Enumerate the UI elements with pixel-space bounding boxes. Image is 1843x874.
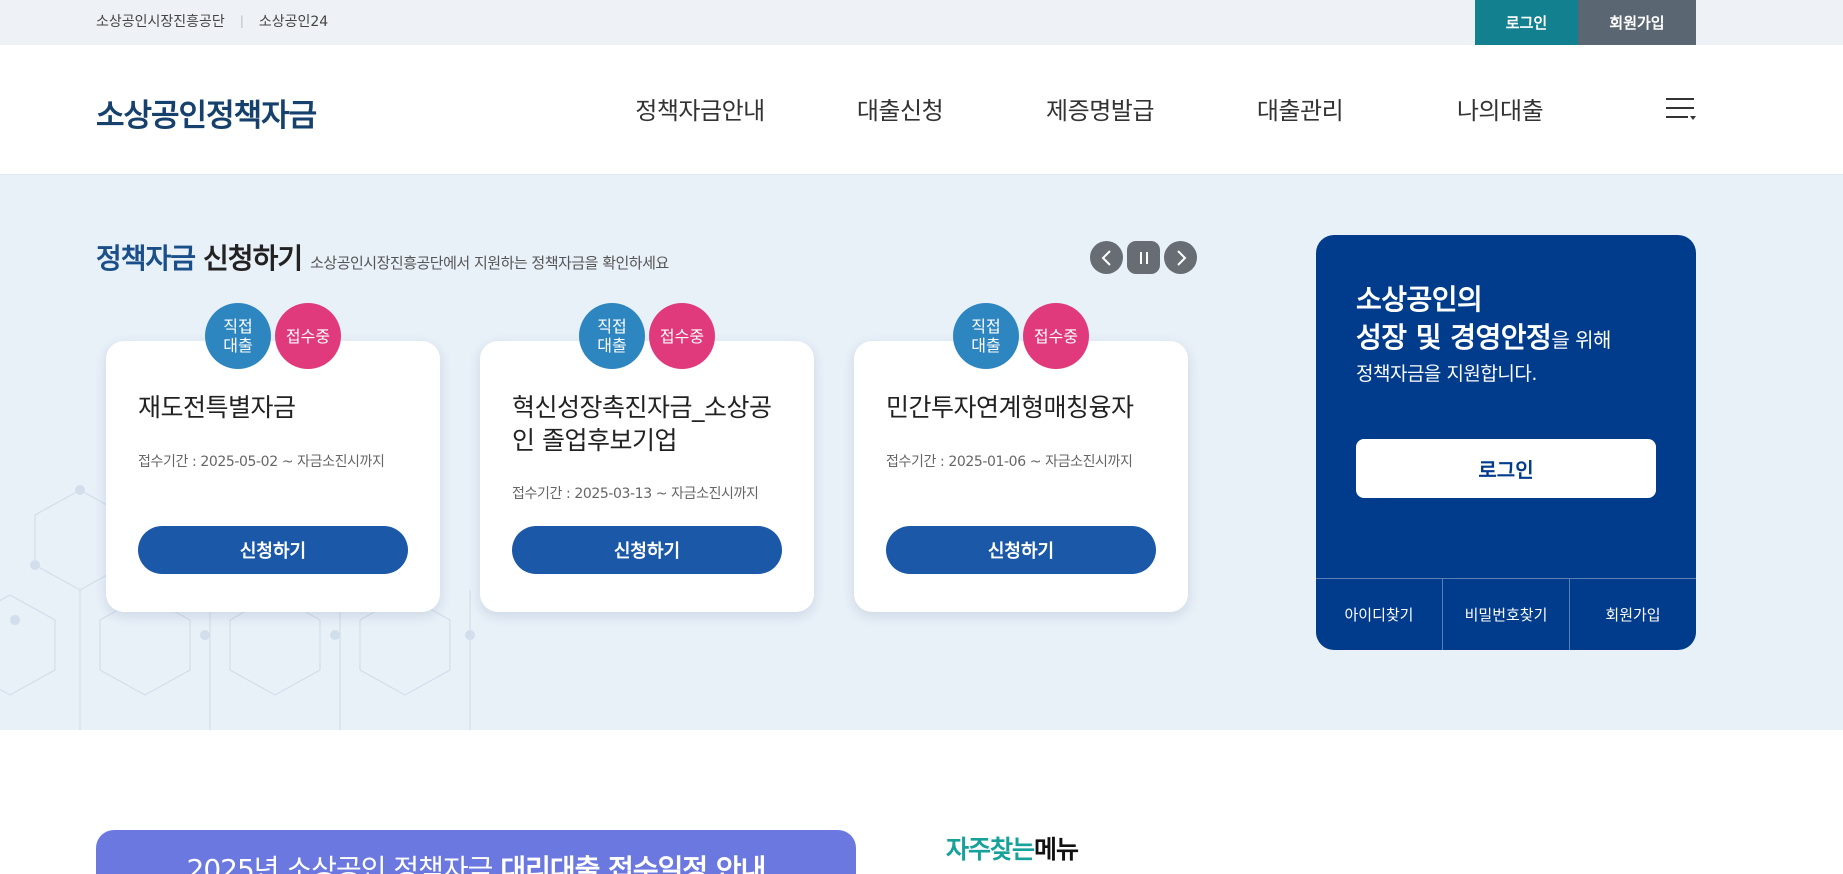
fund-title: 재도전특별자금 [138, 393, 296, 422]
chevron-right-icon[interactable] [1164, 241, 1197, 274]
loan-type-badge: 직접 대출 [953, 303, 1019, 369]
fund-card: 직접 대출 접수중 민간투자연계형매칭융자 접수기간 : 2025-01-06 … [854, 303, 1188, 612]
login-panel-message: 소상공인의 성장 및 경영안정을 위해 정책자금을 지원합니다. [1356, 281, 1611, 389]
find-password-link[interactable]: 비밀번호찾기 [1442, 579, 1569, 650]
pause-icon[interactable] [1127, 241, 1160, 274]
nav-certificate-issue[interactable]: 제증명발급 [1000, 91, 1200, 126]
message-line-2: 성장 및 경영안정을 위해 [1356, 319, 1611, 359]
chevron-left-icon[interactable] [1090, 241, 1123, 274]
loan-type-badge: 직접 대출 [205, 303, 271, 369]
notice-text-regular: 2025년 소상공인 정책자금 [186, 853, 501, 874]
notice-text-bold: 대리대출 접수일정 안내 [500, 853, 766, 874]
find-id-link[interactable]: 아이디찾기 [1316, 579, 1442, 650]
main-navigation: 정책자금안내 대출신청 제증명발급 대출관리 나의대출 [600, 91, 1600, 126]
status-badge: 접수중 [1023, 303, 1089, 369]
hamburger-menu-icon[interactable] [1666, 97, 1696, 121]
slider-controls [1090, 241, 1197, 274]
status-badge: 접수중 [275, 303, 341, 369]
separator: | [239, 14, 244, 28]
account-links: 아이디찾기 비밀번호찾기 회원가입 [1316, 578, 1696, 650]
message-line-1: 소상공인의 [1356, 283, 1483, 316]
top-login-button[interactable]: 로그인 [1475, 0, 1578, 45]
section-title-highlight: 정책자금 [96, 242, 196, 275]
message-line-3: 정책자금을 지원합니다. [1356, 363, 1537, 385]
section-subtitle: 소상공인시장진흥공단에서 지원하는 정책자금을 확인하세요 [310, 254, 669, 272]
fund-period: 접수기간 : 2025-03-13 ~ 자금소진시까지 [512, 486, 759, 502]
auth-buttons: 로그인 회원가입 [1475, 0, 1696, 45]
panel-join-link[interactable]: 회원가입 [1569, 579, 1696, 650]
apply-button[interactable]: 신청하기 [512, 526, 782, 574]
frequent-menu-title: 자주찾는메뉴 [946, 830, 1079, 866]
frequent-menu-word: 메뉴 [1034, 835, 1079, 864]
link-semas[interactable]: 소상공인시장진흥공단 [96, 11, 225, 31]
section-heading: 정책자금 신청하기 소상공인시장진흥공단에서 지원하는 정책자금을 확인하세요 [96, 237, 669, 277]
frequent-menu-highlight: 자주찾는 [946, 835, 1035, 864]
fund-card: 직접 대출 접수중 혁신성장촉진자금_소상공인 졸업후보기업 접수기간 : 20… [480, 303, 814, 612]
fund-title: 민간투자연계형매칭융자 [886, 393, 1134, 422]
fund-period: 접수기간 : 2025-05-02 ~ 자금소진시까지 [138, 454, 385, 470]
notice-banner[interactable]: 2025년 소상공인 정책자금 대리대출 접수일정 안내 [96, 830, 856, 874]
apply-button[interactable]: 신청하기 [886, 526, 1156, 574]
fund-card: 직접 대출 접수중 재도전특별자금 접수기간 : 2025-05-02 ~ 자금… [106, 303, 440, 612]
login-panel: 소상공인의 성장 및 경영안정을 위해 정책자금을 지원합니다. 로그인 아이디… [1316, 235, 1696, 650]
hero-section: 정책자금 신청하기 소상공인시장진흥공단에서 지원하는 정책자금을 확인하세요 … [0, 175, 1843, 730]
site-header: 소상공인정책자금 정책자금안내 대출신청 제증명발급 대출관리 나의대출 [0, 45, 1843, 175]
message-emphasis: 성장 및 경영안정 [1356, 321, 1552, 354]
top-join-button[interactable]: 회원가입 [1578, 0, 1696, 45]
panel-login-button[interactable]: 로그인 [1356, 439, 1656, 498]
site-logo[interactable]: 소상공인정책자금 [96, 90, 317, 135]
loan-type-badge: 직접 대출 [579, 303, 645, 369]
family-site-links: 소상공인시장진흥공단 | 소상공인24 [96, 0, 328, 42]
link-sbiz24[interactable]: 소상공인24 [259, 11, 328, 31]
fund-period: 접수기간 : 2025-01-06 ~ 자금소진시까지 [886, 454, 1133, 470]
top-utility-bar: 소상공인시장진흥공단 | 소상공인24 로그인 회원가입 [0, 0, 1843, 45]
message-suffix: 을 위해 [1551, 328, 1611, 352]
nav-loan-management[interactable]: 대출관리 [1200, 91, 1400, 126]
apply-button[interactable]: 신청하기 [138, 526, 408, 574]
status-badge: 접수중 [649, 303, 715, 369]
fund-title: 혁신성장촉진자금_소상공인 졸업후보기업 [512, 393, 772, 455]
section-title: 신청하기 [203, 242, 303, 275]
notice-banner-text: 2025년 소상공인 정책자금 대리대출 접수일정 안내 [96, 848, 856, 874]
nav-policy-fund-info[interactable]: 정책자금안내 [600, 91, 800, 126]
nav-loan-application[interactable]: 대출신청 [800, 91, 1000, 126]
nav-my-loans[interactable]: 나의대출 [1400, 91, 1600, 126]
